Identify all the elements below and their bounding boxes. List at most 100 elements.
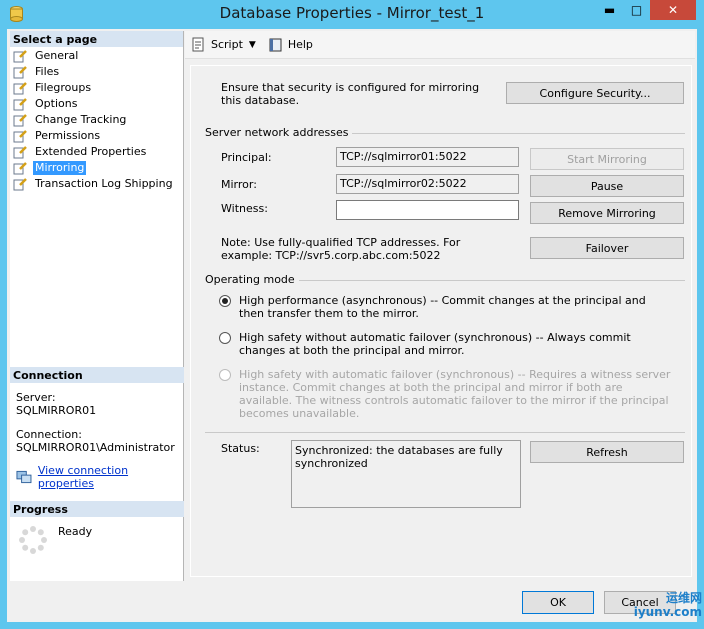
page-wrench-icon <box>13 50 27 63</box>
dialog-client-area: Select a page General Files Filegroups O… <box>7 29 697 622</box>
page-item-filegroups[interactable]: Filegroups <box>13 80 183 96</box>
operating-mode-label: Operating mode <box>205 273 299 286</box>
witness-label: Witness: <box>221 202 268 215</box>
page-item-label: Permissions <box>35 129 101 142</box>
high-safety-radio[interactable] <box>219 332 231 344</box>
progress-spinner-icon <box>19 526 47 554</box>
mode-high-safety-option[interactable]: High safety without automatic failover (… <box>219 331 674 357</box>
security-instruction: Ensure that security is configured for m… <box>221 81 480 107</box>
left-pane: Select a page General Files Filegroups O… <box>10 31 184 581</box>
title-bar[interactable]: Database Properties - Mirror_test_1 ▬ □ … <box>0 0 704 28</box>
ok-button[interactable]: OK <box>522 591 594 614</box>
chevron-down-icon[interactable]: ▼ <box>249 40 256 50</box>
separator <box>331 133 685 134</box>
remove-mirroring-button[interactable]: Remove Mirroring <box>530 202 684 224</box>
watermark-line2: iyunv.com <box>633 605 702 619</box>
page-item-label: Filegroups <box>35 81 92 94</box>
page-wrench-icon <box>13 98 27 111</box>
server-label: Server: <box>16 391 56 404</box>
view-connection-row: View connection properties <box>16 464 178 490</box>
page-item-label: Mirroring <box>33 161 87 175</box>
progress-header: Progress <box>10 501 184 517</box>
high-performance-radio[interactable] <box>219 295 231 307</box>
page-wrench-icon <box>13 130 27 143</box>
page-item-label: Files <box>35 65 60 78</box>
mode-high-performance-option[interactable]: High performance (asynchronous) -- Commi… <box>219 294 674 320</box>
window-controls: ▬ □ ✕ <box>596 0 696 20</box>
connection-label: Connection: <box>16 428 82 441</box>
maximize-button[interactable]: □ <box>623 0 650 20</box>
failover-button[interactable]: Failover <box>530 237 684 259</box>
high-safety-auto-failover-text: High safety with automatic failover (syn… <box>239 368 671 420</box>
high-safety-text: High safety without automatic failover (… <box>239 331 631 357</box>
help-label: Help <box>287 38 313 51</box>
close-icon: ✕ <box>667 3 679 17</box>
page-item-transaction-log-shipping[interactable]: Transaction Log Shipping <box>13 176 183 192</box>
watermark: 运维网 iyunv.com <box>602 591 702 627</box>
connection-details: Server: SQLMIRROR01 Connection: SQLMIRRO… <box>10 383 184 498</box>
progress-body: Ready <box>10 517 184 563</box>
help-button[interactable]: Help <box>268 37 313 53</box>
connection-properties-icon <box>16 470 32 484</box>
mode-high-safety-auto-failover-option: High safety with automatic failover (syn… <box>219 368 674 420</box>
minimize-button[interactable]: ▬ <box>596 0 623 20</box>
address-note: Note: Use fully-qualified TCP addresses.… <box>221 236 461 262</box>
script-button[interactable]: Script ▼ <box>191 37 256 53</box>
toolbar: Script ▼ Help <box>185 31 695 59</box>
configure-security-button[interactable]: Configure Security... <box>506 82 684 104</box>
right-pane: Script ▼ Help Ensure that security is co… <box>185 31 695 581</box>
progress-status: Ready <box>58 525 93 538</box>
select-page-header: Select a page <box>10 31 183 47</box>
page-item-files[interactable]: Files <box>13 64 183 80</box>
connection-header: Connection <box>10 367 184 383</box>
connection-section: Connection Server: SQLMIRROR01 Connectio… <box>10 367 184 498</box>
high-safety-auto-failover-radio <box>219 369 231 381</box>
page-wrench-icon <box>13 114 27 127</box>
server-network-addresses-label: Server network addresses <box>205 126 353 139</box>
page-item-mirroring[interactable]: Mirroring <box>13 160 183 176</box>
page-wrench-icon <box>13 82 27 95</box>
separator <box>283 280 685 281</box>
page-list: General Files Filegroups Options Change … <box>10 47 183 192</box>
script-label: Script <box>211 38 243 51</box>
page-wrench-icon <box>13 66 27 79</box>
mirror-label: Mirror: <box>221 178 257 191</box>
view-connection-properties-link[interactable]: View connection properties <box>38 464 178 490</box>
page-item-permissions[interactable]: Permissions <box>13 128 183 144</box>
page-item-label: Transaction Log Shipping <box>35 177 173 190</box>
start-mirroring-button[interactable]: Start Mirroring <box>530 148 684 170</box>
page-wrench-icon <box>13 178 27 191</box>
refresh-button[interactable]: Refresh <box>530 441 684 463</box>
page-wrench-icon <box>13 162 27 175</box>
connection-value: SQLMIRROR01\Administrator <box>16 441 175 454</box>
high-performance-text: High performance (asynchronous) -- Commi… <box>239 294 646 320</box>
close-button[interactable]: ✕ <box>650 0 696 20</box>
server-value: SQLMIRROR01 <box>16 404 97 417</box>
minimize-icon: ▬ <box>603 3 616 17</box>
maximize-icon: □ <box>630 3 643 17</box>
watermark-line1: 运维网 <box>665 591 702 605</box>
witness-address-field[interactable] <box>336 200 519 220</box>
page-item-label: General <box>35 49 79 62</box>
page-item-extended-properties[interactable]: Extended Properties <box>13 144 183 160</box>
page-item-general[interactable]: General <box>13 48 183 64</box>
page-item-label: Change Tracking <box>35 113 127 126</box>
help-book-icon <box>269 38 282 51</box>
pause-button[interactable]: Pause <box>530 175 684 197</box>
mirror-address-field[interactable]: TCP://sqlmirror02:5022 <box>336 174 519 194</box>
page-item-change-tracking[interactable]: Change Tracking <box>13 112 183 128</box>
principal-address-field[interactable]: TCP://sqlmirror01:5022 <box>336 147 519 167</box>
database-properties-window: Database Properties - Mirror_test_1 ▬ □ … <box>0 0 704 629</box>
page-item-options[interactable]: Options <box>13 96 183 112</box>
dialog-footer: OK Cancel <box>7 585 697 622</box>
status-label: Status: <box>221 442 260 455</box>
page-item-label: Extended Properties <box>35 145 147 158</box>
status-text-box: Synchronized: the databases are fully sy… <box>291 440 521 508</box>
page-item-label: Options <box>35 97 78 110</box>
principal-label: Principal: <box>221 151 272 164</box>
script-icon <box>192 37 204 51</box>
mirroring-page: Ensure that security is configured for m… <box>190 65 692 577</box>
progress-section: Progress Ready <box>10 501 184 563</box>
separator <box>205 432 685 433</box>
page-wrench-icon <box>13 146 27 159</box>
